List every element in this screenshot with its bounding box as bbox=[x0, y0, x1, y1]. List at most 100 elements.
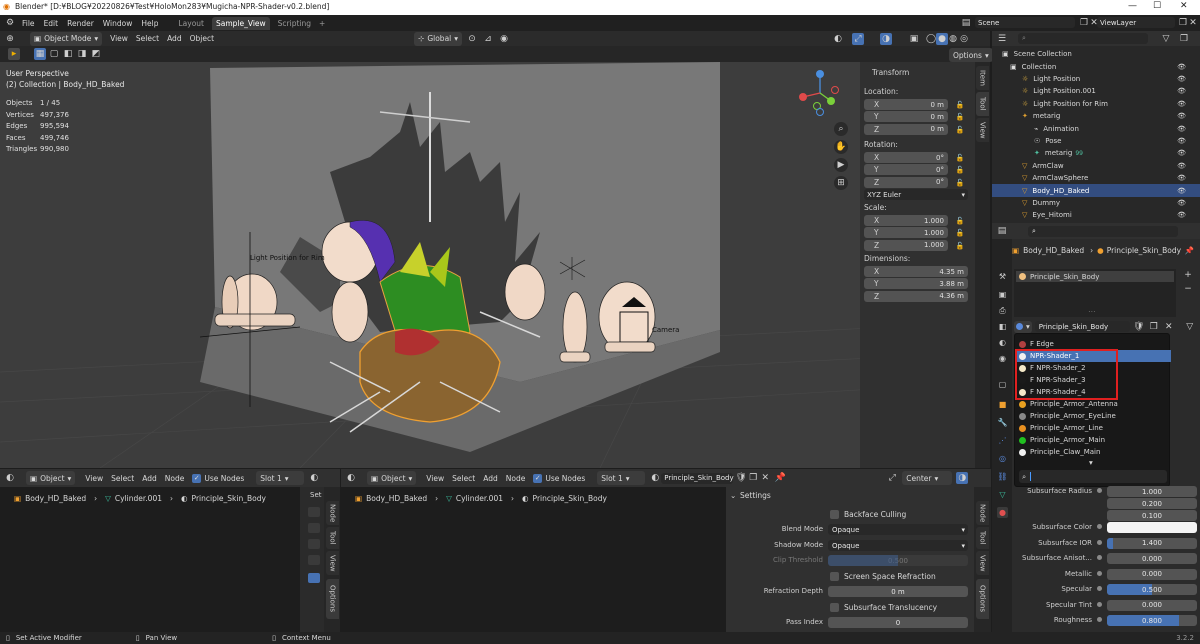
shader-menu-node[interactable]: Node bbox=[165, 474, 185, 483]
dimensions-field-2[interactable]: 4.36 m bbox=[864, 290, 968, 302]
properties-editor-icon[interactable]: ▤ bbox=[996, 225, 1008, 237]
tab-sample-view[interactable]: Sample_View bbox=[211, 16, 270, 30]
lock-icon[interactable]: 🔓 bbox=[954, 111, 966, 123]
eye-icon[interactable]: 👁 bbox=[1177, 187, 1186, 195]
eye-icon[interactable]: 👁 bbox=[1177, 63, 1186, 71]
transform-orientation-dropdown[interactable]: ⊹ Global ▾ bbox=[414, 31, 463, 46]
3d-viewport[interactable]: User Perspective (2) Collection | Body_H… bbox=[0, 62, 990, 468]
dimensions-field-0[interactable]: 4.35 m bbox=[864, 266, 968, 277]
property-field[interactable]: 1.400 bbox=[1107, 537, 1197, 549]
pin-icon[interactable]: 📌 bbox=[774, 472, 786, 484]
material-search-input[interactable]: ⌕ bbox=[1019, 470, 1167, 483]
outliner-editor-icon[interactable]: ☰ bbox=[996, 33, 1008, 45]
proportional-icon[interactable]: ◉ bbox=[498, 33, 510, 45]
socket-icon[interactable] bbox=[1097, 586, 1102, 591]
add-slot-icon[interactable]: + bbox=[1182, 269, 1194, 281]
material-name-field[interactable]: Principle_Skin_Body bbox=[661, 472, 734, 484]
gizmo-icon[interactable]: ⤢ bbox=[852, 33, 864, 45]
eye-icon[interactable]: 👁 bbox=[1177, 199, 1186, 207]
lock-icon[interactable]: 🔓 bbox=[954, 99, 966, 111]
outliner-item[interactable]: ✦ metarig 99 👁 bbox=[992, 147, 1200, 159]
pass-index-field[interactable]: 0 bbox=[828, 617, 968, 628]
select-mode-icon[interactable]: ◧ bbox=[62, 48, 74, 60]
material-browse-icon[interactable]: ◐ bbox=[308, 472, 320, 484]
view-layer-tab-icon[interactable]: ◧ bbox=[997, 321, 1008, 332]
tab-tool[interactable]: Tool bbox=[976, 92, 989, 116]
node-editor-icon[interactable]: ◐ bbox=[4, 472, 16, 484]
tab-options[interactable]: Options bbox=[976, 579, 989, 619]
slot-dropdown[interactable]: Slot 1 ▾ bbox=[256, 471, 305, 485]
material-list-item[interactable]: Principle_Claw_Main bbox=[1015, 446, 1171, 458]
eye-icon[interactable]: 👁 bbox=[1177, 125, 1186, 133]
eye-icon[interactable]: 👁 bbox=[1177, 211, 1186, 219]
sidebar-field[interactable] bbox=[308, 573, 320, 583]
lock-icon[interactable]: 🔓 bbox=[954, 152, 966, 164]
tool-tab-icon[interactable]: ⚒ bbox=[997, 271, 1008, 282]
properties-search-input[interactable]: ⌕ bbox=[1028, 225, 1178, 237]
output-tab-icon[interactable]: ⎙ bbox=[997, 305, 1008, 316]
outliner-search-input[interactable]: ⌕ bbox=[1018, 33, 1148, 44]
minimize-button[interactable]: — bbox=[1128, 1, 1137, 11]
socket-icon[interactable] bbox=[1097, 555, 1102, 560]
select-mode-icon[interactable]: ▢ bbox=[48, 48, 60, 60]
eye-icon[interactable]: 👁 bbox=[1177, 112, 1186, 120]
property-field[interactable] bbox=[1107, 522, 1197, 533]
shader-editor-2[interactable]: ◐ ▣ Object ▾ View Select Add Node ✓ Use N… bbox=[341, 469, 991, 632]
remove-slot-icon[interactable]: − bbox=[1182, 283, 1194, 295]
tab-node[interactable]: Node bbox=[976, 501, 989, 525]
unlink-icon[interactable]: ✕ bbox=[1163, 321, 1175, 333]
data-tab-icon[interactable]: ▽ bbox=[997, 489, 1008, 500]
constraints-tab-icon[interactable]: ⛓ bbox=[997, 471, 1008, 482]
viewport-menu-add[interactable]: Add bbox=[167, 34, 182, 43]
options-dropdown[interactable]: Options ▾ bbox=[949, 48, 993, 62]
lock-icon[interactable]: 🔓 bbox=[954, 240, 966, 252]
browse-material-button[interactable]: ▾ bbox=[1014, 320, 1032, 333]
scene-selector[interactable]: Scene bbox=[975, 17, 1075, 28]
material-list-item[interactable]: Principle_Armor_Line bbox=[1015, 422, 1171, 434]
shader-menu-view[interactable]: View bbox=[85, 474, 103, 483]
overlay-icon[interactable]: ◑ bbox=[956, 472, 969, 484]
perspective-grid-icon[interactable]: ⊞ bbox=[834, 176, 848, 190]
blender-menu-icon[interactable]: ⚙ bbox=[4, 17, 16, 29]
select-box-icon[interactable]: ▦ bbox=[34, 48, 46, 60]
socket-icon[interactable] bbox=[1097, 601, 1102, 607]
eye-icon[interactable]: 👁 bbox=[1177, 87, 1186, 95]
collection-tab-icon[interactable]: ▢ bbox=[997, 379, 1008, 390]
ssr-checkbox[interactable] bbox=[830, 572, 839, 581]
node-editor-icon[interactable]: ◐ bbox=[345, 472, 357, 484]
render-tab-icon[interactable]: ▣ bbox=[997, 289, 1008, 300]
socket-icon[interactable] bbox=[1097, 617, 1102, 622]
outliner-scene-collection[interactable]: ▣ Scene Collection bbox=[992, 48, 1200, 60]
outliner-item[interactable]: ▽ ArmClaw 👁 bbox=[992, 160, 1200, 172]
outliner-item[interactable]: ▽ ArmClawSphere 👁 bbox=[992, 172, 1200, 184]
shadow-mode-dropdown[interactable]: Opaque ▾ bbox=[828, 540, 968, 551]
tab-tool[interactable]: Tool bbox=[976, 527, 989, 549]
world-tab-icon[interactable]: ◉ bbox=[997, 353, 1008, 364]
close-icon[interactable]: ✕ bbox=[1187, 17, 1199, 29]
shader-type-dropdown[interactable]: ▣ Object ▾ bbox=[26, 471, 76, 485]
snap-icon[interactable]: ⤢ bbox=[886, 472, 898, 484]
translucency-checkbox[interactable] bbox=[830, 603, 839, 612]
viewport-menu-select[interactable]: Select bbox=[136, 34, 159, 43]
zoom-icon[interactable]: ⌕ bbox=[834, 122, 848, 136]
duplicate-icon[interactable]: ❐ bbox=[747, 472, 759, 484]
tab-view[interactable]: View bbox=[976, 551, 989, 575]
tab-node[interactable]: Node bbox=[326, 501, 339, 525]
outliner-item[interactable]: ☉ Pose 👁 bbox=[992, 135, 1200, 147]
outliner-item[interactable]: ▽ Eye_Hitomi 👁 bbox=[992, 209, 1200, 221]
property-field[interactable]: 1.000 bbox=[1107, 486, 1197, 497]
duplicate-icon[interactable]: ❐ bbox=[1148, 321, 1160, 333]
refraction-depth-field[interactable]: 0 m bbox=[828, 586, 968, 597]
editor-type-icon[interactable]: ⊕ bbox=[4, 33, 16, 45]
tab-view[interactable]: View bbox=[976, 118, 989, 142]
material-name-field[interactable]: Principle_Skin_Body bbox=[1034, 321, 1130, 332]
tab-options[interactable]: Options bbox=[326, 579, 339, 619]
menu-help[interactable]: Help bbox=[141, 19, 158, 28]
property-field[interactable]: 0.000 bbox=[1107, 568, 1197, 580]
lock-icon[interactable]: 🔓 bbox=[954, 177, 966, 189]
xray-icon[interactable]: ▣ bbox=[908, 33, 920, 45]
new-collection-icon[interactable]: ❐ bbox=[1178, 33, 1190, 45]
outliner-item[interactable]: ⌁ Animation 👁 bbox=[992, 122, 1200, 134]
menu-edit[interactable]: Edit bbox=[44, 19, 59, 28]
modifier-tab-icon[interactable]: 🔧 bbox=[997, 417, 1008, 428]
